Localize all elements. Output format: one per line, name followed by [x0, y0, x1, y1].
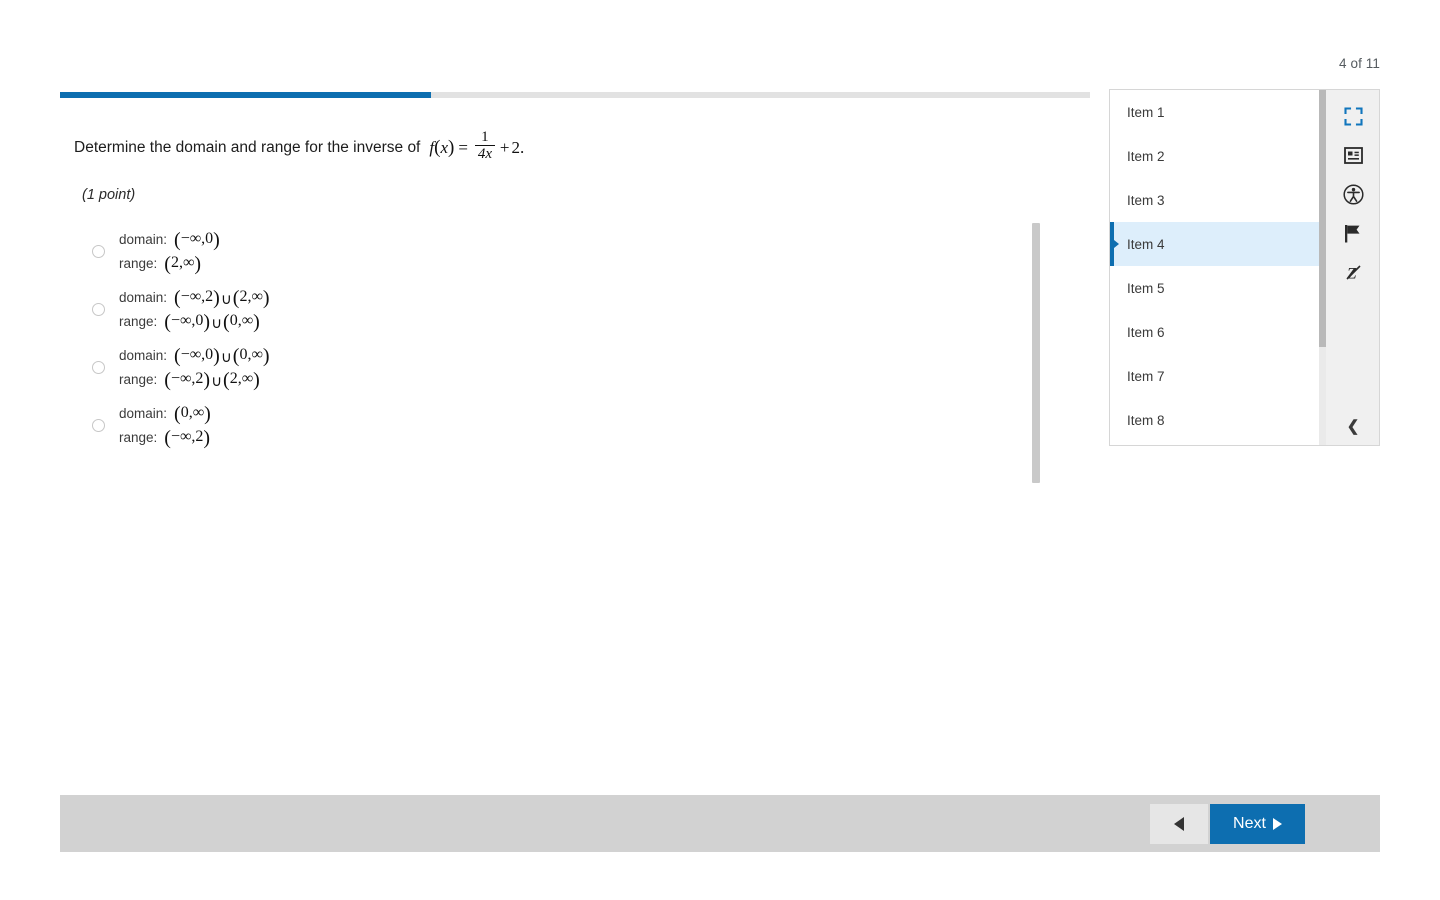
- interval-notation: (− ∞, 2) ∪(2, ∞): [164, 369, 260, 391]
- question-formula: f(x) = 1 4x + 2.: [429, 129, 525, 163]
- page-counter: 4 of 11: [1339, 56, 1380, 71]
- item-nav-entry[interactable]: Item 4: [1110, 222, 1325, 266]
- item-nav-label: Item 5: [1127, 280, 1165, 296]
- domain-label: domain:: [119, 347, 168, 363]
- formula-fraction: 1 4x: [474, 129, 495, 163]
- item-nav-label: Item 6: [1127, 324, 1165, 340]
- interval-notation: (− ∞, 0) ∪(0, ∞): [164, 311, 260, 333]
- triangle-right-icon: [1272, 818, 1282, 830]
- points-label: (1 point): [82, 187, 136, 204]
- domain-line: domain: (− ∞, 0): [119, 229, 220, 251]
- interval-notation: (− ∞, 2): [164, 427, 211, 449]
- item-nav-entry[interactable]: Item 1: [1110, 90, 1325, 134]
- chevron-left-icon: ❮: [1346, 418, 1360, 435]
- item-nav-entry[interactable]: Item 6: [1110, 310, 1325, 354]
- content-scrollbar[interactable]: [1032, 223, 1040, 483]
- range-label: range:: [119, 371, 158, 387]
- answer-option-text: domain: (− ∞, 0) ∪(0, ∞) range: (− ∞, 2) ∪(2, ∞): [119, 345, 270, 391]
- answer-options-group: domain: (− ∞, 0) range: (2, ∞) domain: (− ∞, 2) ∪(2…: [60, 222, 1040, 454]
- accessibility-icon[interactable]: [1327, 175, 1379, 214]
- formula-plus: +: [499, 137, 510, 157]
- collapse-panel-button[interactable]: ❮: [1327, 406, 1379, 446]
- formula-close-paren: ): [447, 136, 455, 158]
- answer-option[interactable]: domain: (0, ∞) range: (− ∞, 2): [60, 396, 1040, 454]
- item-nav-entry[interactable]: Item 5: [1110, 266, 1325, 310]
- range-label: range:: [119, 313, 158, 329]
- answer-option-radio[interactable]: [92, 302, 105, 316]
- range-label: range:: [119, 255, 158, 271]
- pause-assist-icon[interactable]: Z: [1327, 253, 1379, 292]
- next-button[interactable]: Next: [1210, 804, 1305, 844]
- item-nav-label: Item 3: [1127, 192, 1165, 208]
- item-nav-label: Item 4: [1127, 236, 1165, 252]
- domain-label: domain:: [119, 289, 168, 305]
- interval-notation: (− ∞, 0) ∪(0, ∞): [174, 345, 270, 367]
- range-line: range: (2, ∞): [119, 253, 220, 275]
- answer-option-text: domain: (− ∞, 0) range: (2, ∞): [119, 229, 220, 275]
- domain-label: domain:: [119, 231, 168, 247]
- interval-notation: (0, ∞): [174, 403, 211, 425]
- domain-line: domain: (− ∞, 0) ∪(0, ∞): [119, 345, 270, 367]
- triangle-left-icon: [1174, 817, 1184, 831]
- range-label: range:: [119, 429, 158, 445]
- answer-option-radio[interactable]: [92, 360, 105, 374]
- item-nav-label: Item 2: [1127, 148, 1165, 164]
- answer-option[interactable]: domain: (− ∞, 0) ∪(0, ∞) range: (− ∞, 2) ∪(2, ∞): [60, 338, 1040, 396]
- range-line: range: (− ∞, 2): [119, 427, 211, 449]
- progress-bar-track: [60, 92, 1090, 98]
- flag-icon[interactable]: [1327, 214, 1379, 253]
- answer-option-radio[interactable]: [92, 418, 105, 432]
- formula-numerator: 1: [481, 129, 489, 145]
- item-nav-entry[interactable]: Item 8: [1110, 398, 1325, 442]
- domain-label: domain:: [119, 405, 168, 421]
- next-button-label: Next: [1233, 815, 1266, 832]
- interval-notation: (− ∞, 2) ∪(2, ∞): [174, 287, 270, 309]
- answer-option[interactable]: domain: (− ∞, 0) range: (2, ∞): [60, 222, 1040, 280]
- formula-period: .: [520, 137, 525, 157]
- question-prompt-line: Determine the domain and range for the i…: [60, 110, 1050, 163]
- progress-bar-fill: [60, 92, 431, 98]
- item-nav-entry[interactable]: Item 3: [1110, 178, 1325, 222]
- item-nav-label: Item 1: [1127, 104, 1165, 120]
- answer-option-radio[interactable]: [92, 244, 105, 258]
- interval-notation: (− ∞, 0): [174, 229, 220, 251]
- interval-notation: (2, ∞): [164, 253, 202, 275]
- assessment-page: 4 of 11 Determine the domain and range f…: [0, 0, 1440, 900]
- item-list-scrollbar-thumb[interactable]: [1319, 90, 1326, 347]
- item-nav-label: Item 8: [1127, 412, 1165, 428]
- formula-equals: =: [458, 137, 468, 157]
- fullscreen-icon[interactable]: [1327, 97, 1379, 136]
- previous-button[interactable]: [1150, 804, 1208, 844]
- item-navigation-list: Item 1 Item 2 Item 3 Item 4 Item 5 Item 6 Item…: [1110, 90, 1326, 445]
- item-nav-entry[interactable]: Item 2: [1110, 134, 1325, 178]
- reference-card-icon[interactable]: [1327, 136, 1379, 175]
- range-line: range: (− ∞, 2) ∪(2, ∞): [119, 369, 270, 391]
- formula-denominator: 4x: [477, 146, 492, 163]
- question-prompt-text: Determine the domain and range for the i…: [74, 138, 421, 156]
- answer-option-text: domain: (− ∞, 2) ∪(2, ∞) range: (− ∞, 0) ∪(0, ∞): [119, 287, 270, 333]
- answer-option-text: domain: (0, ∞) range: (− ∞, 2): [119, 403, 211, 449]
- domain-line: domain: (0, ∞): [119, 403, 211, 425]
- answer-option[interactable]: domain: (− ∞, 2) ∪(2, ∞) range: (− ∞, 0) ∪(0, ∞): [60, 280, 1040, 338]
- formula-variable: x: [440, 137, 448, 157]
- item-nav-label: Item 7: [1127, 368, 1165, 384]
- tool-strip: Z: [1327, 90, 1379, 445]
- formula-constant: 2: [511, 137, 521, 157]
- item-nav-entry[interactable]: Item 7: [1110, 354, 1325, 398]
- domain-line: domain: (− ∞, 2) ∪(2, ∞): [119, 287, 270, 309]
- range-line: range: (− ∞, 0) ∪(0, ∞): [119, 311, 270, 333]
- question-area: Determine the domain and range for the i…: [60, 110, 1050, 204]
